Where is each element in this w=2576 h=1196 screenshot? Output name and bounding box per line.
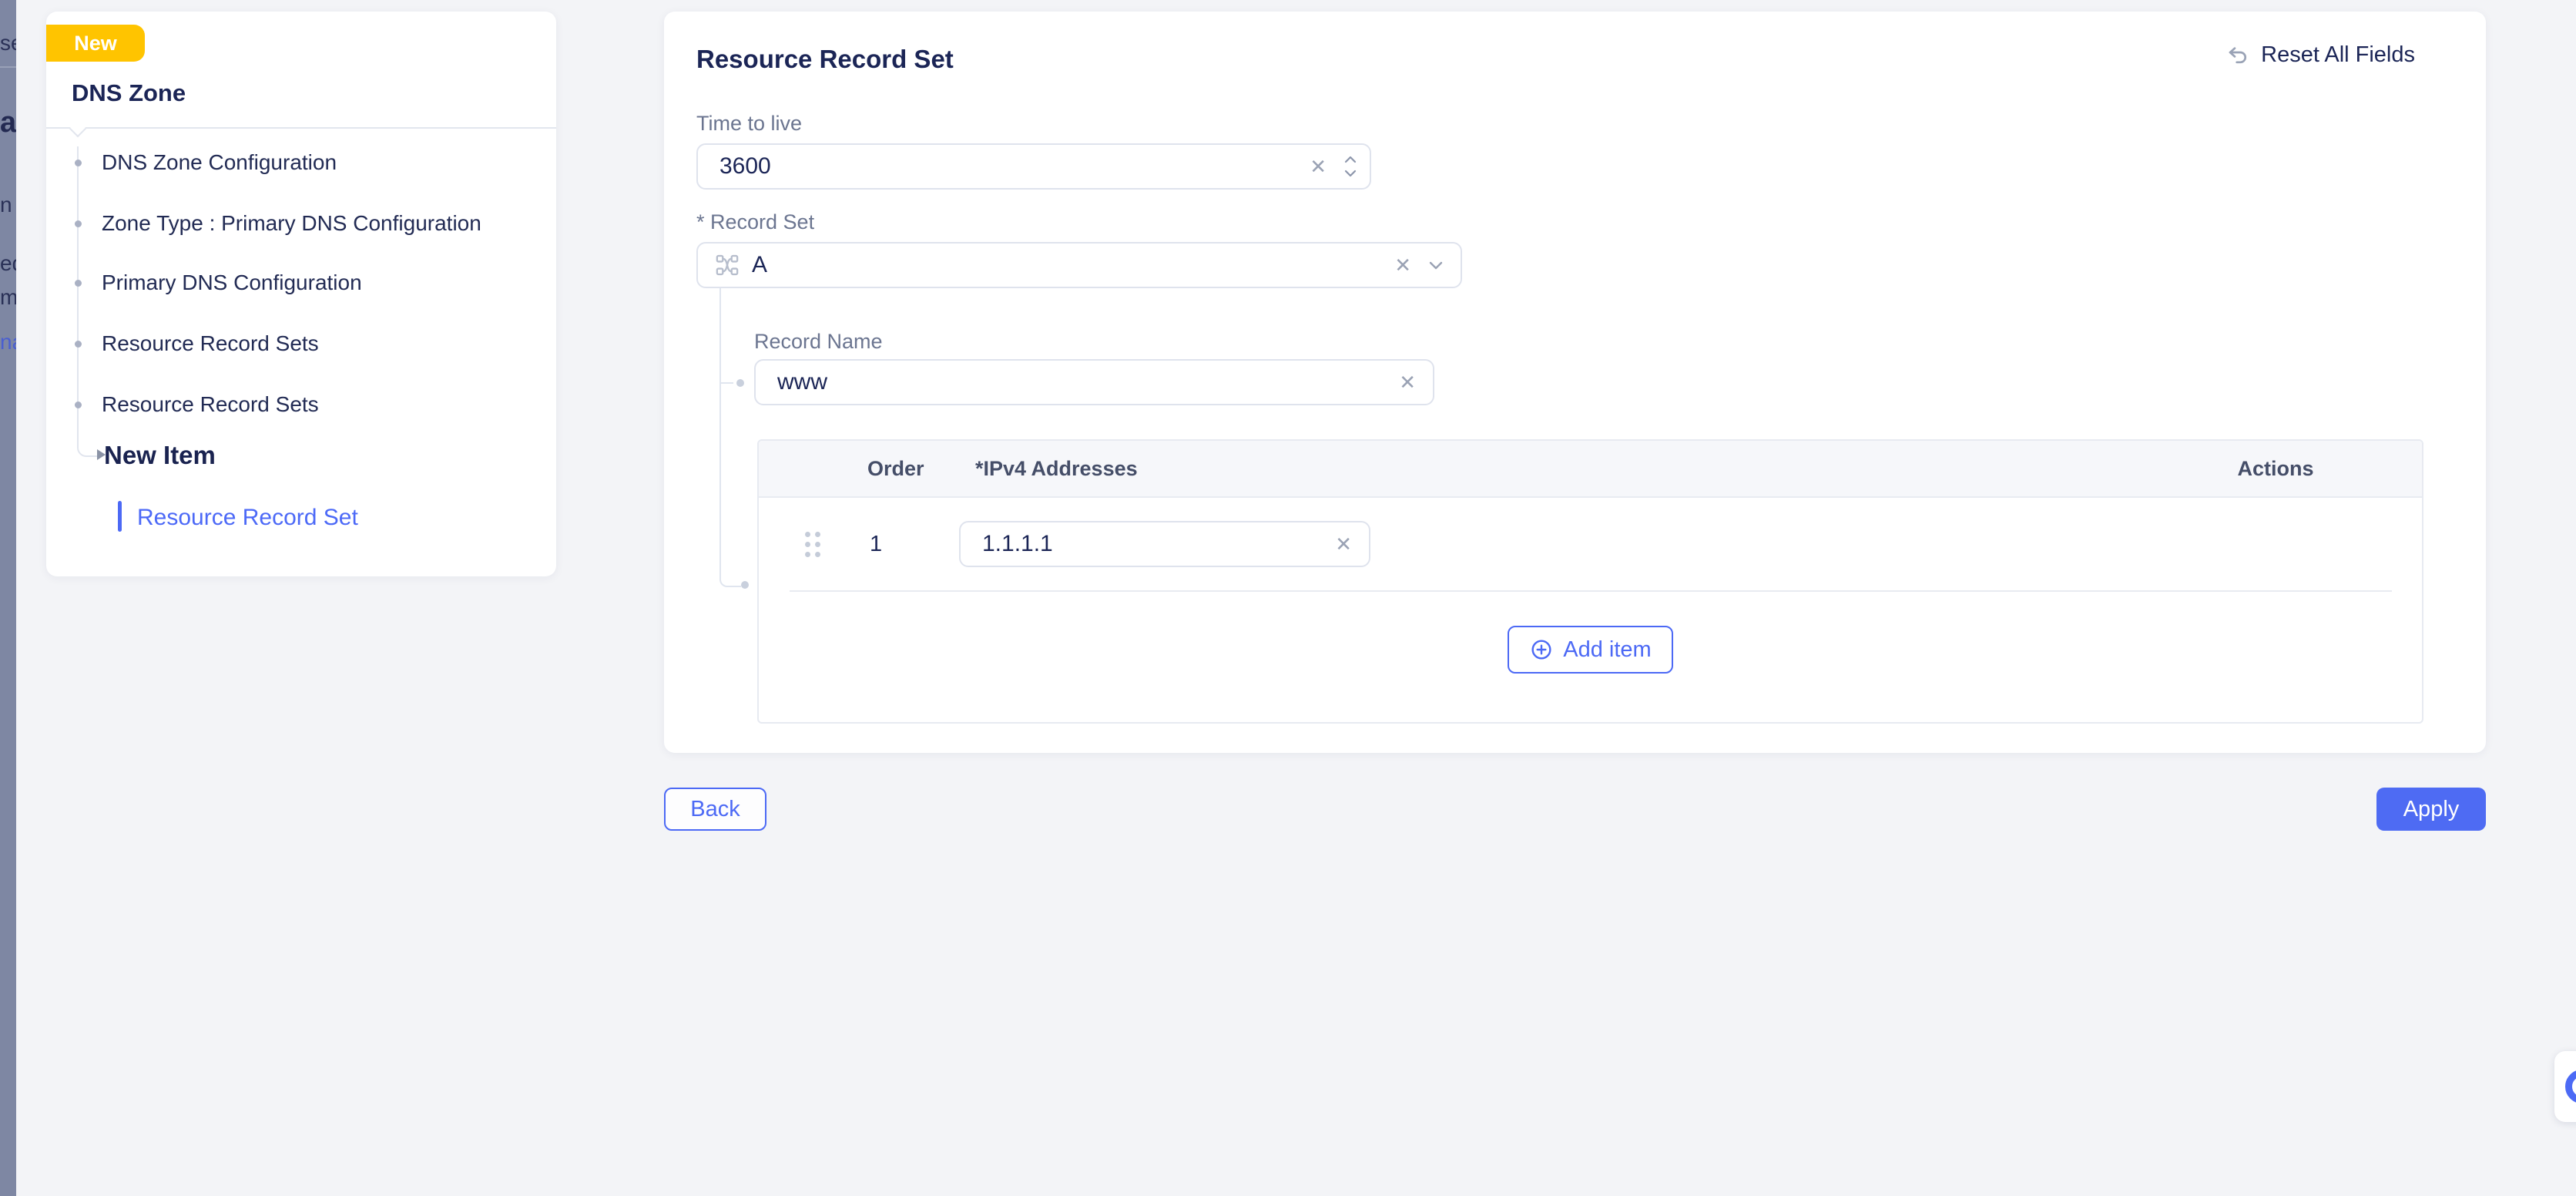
sidebar-item-label: DNS Zone Configuration bbox=[102, 150, 337, 175]
ipv4-address-value: 1.1.1.1 bbox=[982, 531, 1335, 557]
underlay-strip: se ag n l ed m na bbox=[0, 0, 16, 1196]
underlay-divider bbox=[0, 66, 16, 68]
record-set-select[interactable]: A ✕ bbox=[696, 242, 1462, 288]
floating-widget[interactable] bbox=[2554, 1051, 2576, 1122]
tree-dot bbox=[736, 379, 744, 387]
ttl-label: Time to live bbox=[696, 112, 802, 136]
collapse-notch-icon[interactable] bbox=[69, 120, 87, 138]
widget-logo-icon bbox=[2565, 1070, 2576, 1104]
table-header-row: Order *IPv4 Addresses Actions bbox=[759, 441, 2422, 498]
record-type-icon bbox=[715, 253, 740, 277]
sidebar-item-resource-record-sets-2[interactable]: Resource Record Sets bbox=[75, 389, 319, 420]
bullet-icon bbox=[75, 401, 82, 408]
sidebar-item-label: Resource Record Sets bbox=[102, 331, 319, 356]
tree-elbow bbox=[719, 561, 741, 587]
ttl-value: 3600 bbox=[719, 153, 1310, 180]
apply-button[interactable]: Apply bbox=[2376, 788, 2486, 831]
sidebar-link-resource-record-set[interactable]: Resource Record Set bbox=[137, 505, 358, 531]
table-row: 1 1.1.1.1 ✕ bbox=[759, 498, 2422, 590]
underlay-text-fragment: n l bbox=[0, 193, 16, 217]
ipv4-table: Order *IPv4 Addresses Actions 1 1.1.1.1 … bbox=[757, 439, 2423, 724]
row-divider bbox=[790, 590, 2392, 592]
sidebar-item-label: Primary DNS Configuration bbox=[102, 270, 362, 295]
back-button[interactable]: Back bbox=[664, 788, 766, 831]
tree-rail bbox=[719, 288, 721, 561]
number-stepper[interactable] bbox=[1343, 153, 1357, 180]
sidebar-item-label: Resource Record Sets bbox=[102, 392, 319, 417]
chevron-down-icon[interactable] bbox=[1428, 260, 1444, 270]
record-name-input[interactable]: www ✕ bbox=[754, 359, 1434, 405]
underlay-text-fragment: m bbox=[0, 285, 16, 310]
underlay-text-fragment: ag bbox=[0, 106, 16, 139]
clear-icon[interactable]: ✕ bbox=[1310, 156, 1327, 176]
reset-all-fields-label: Reset All Fields bbox=[2261, 42, 2415, 68]
sidebar-card: New DNS Zone DNS Zone Configuration Zone… bbox=[46, 12, 556, 576]
sidebar-item-label: Zone Type : Primary DNS Configuration bbox=[102, 211, 481, 236]
bullet-icon bbox=[75, 220, 82, 227]
actions-column-header: Actions bbox=[2129, 457, 2422, 481]
clear-icon[interactable]: ✕ bbox=[1399, 372, 1416, 392]
sidebar-item-new-item[interactable]: New Item bbox=[104, 441, 216, 470]
clear-icon[interactable]: ✕ bbox=[1394, 255, 1411, 275]
bullet-icon bbox=[75, 160, 82, 166]
record-name-label: Record Name bbox=[754, 330, 883, 354]
tree-branch bbox=[719, 382, 733, 384]
sidebar-item-zone-type[interactable]: Zone Type : Primary DNS Configuration bbox=[75, 208, 481, 239]
plus-circle-icon bbox=[1529, 637, 1554, 662]
clear-icon[interactable]: ✕ bbox=[1335, 534, 1352, 554]
underlay-text-fragment: se bbox=[0, 31, 16, 55]
order-column-header: Order bbox=[851, 457, 959, 481]
ipv4-address-input[interactable]: 1.1.1.1 ✕ bbox=[959, 521, 1370, 567]
sidebar-item-dns-zone-configuration[interactable]: DNS Zone Configuration bbox=[75, 147, 337, 178]
sidebar-divider bbox=[46, 127, 556, 129]
underlay-text-fragment: ed bbox=[0, 251, 16, 276]
underlay-link-fragment: na bbox=[0, 330, 16, 354]
record-set-value: A bbox=[752, 252, 1394, 278]
chevron-up-down-icon bbox=[1343, 153, 1357, 180]
add-item-button[interactable]: Add item bbox=[1508, 626, 1672, 674]
tree-dot bbox=[741, 581, 749, 589]
drag-handle-icon[interactable] bbox=[805, 532, 820, 557]
active-indicator-bar bbox=[118, 501, 122, 532]
sidebar-title: DNS Zone bbox=[72, 79, 186, 107]
record-name-value: www bbox=[777, 369, 1399, 395]
sidebar-item-primary-dns-configuration[interactable]: Primary DNS Configuration bbox=[75, 267, 362, 298]
page: se ag n l ed m na New DNS Zone DNS Zone … bbox=[0, 0, 2576, 1196]
ttl-input[interactable]: 3600 ✕ bbox=[696, 143, 1371, 190]
order-cell: 1 bbox=[851, 532, 959, 557]
form-title: Resource Record Set bbox=[696, 45, 954, 74]
undo-icon bbox=[2225, 43, 2250, 68]
bullet-icon bbox=[75, 280, 82, 287]
record-set-label: * Record Set bbox=[696, 210, 814, 234]
form-card: Resource Record Set Reset All Fields Tim… bbox=[664, 12, 2486, 753]
reset-all-fields-button[interactable]: Reset All Fields bbox=[2225, 42, 2415, 68]
new-badge: New bbox=[46, 25, 145, 62]
add-item-label: Add item bbox=[1563, 637, 1651, 663]
sidebar-item-resource-record-sets-1[interactable]: Resource Record Sets bbox=[75, 328, 319, 359]
bullet-icon bbox=[75, 341, 82, 348]
ipv4-column-header: *IPv4 Addresses bbox=[959, 457, 2129, 481]
